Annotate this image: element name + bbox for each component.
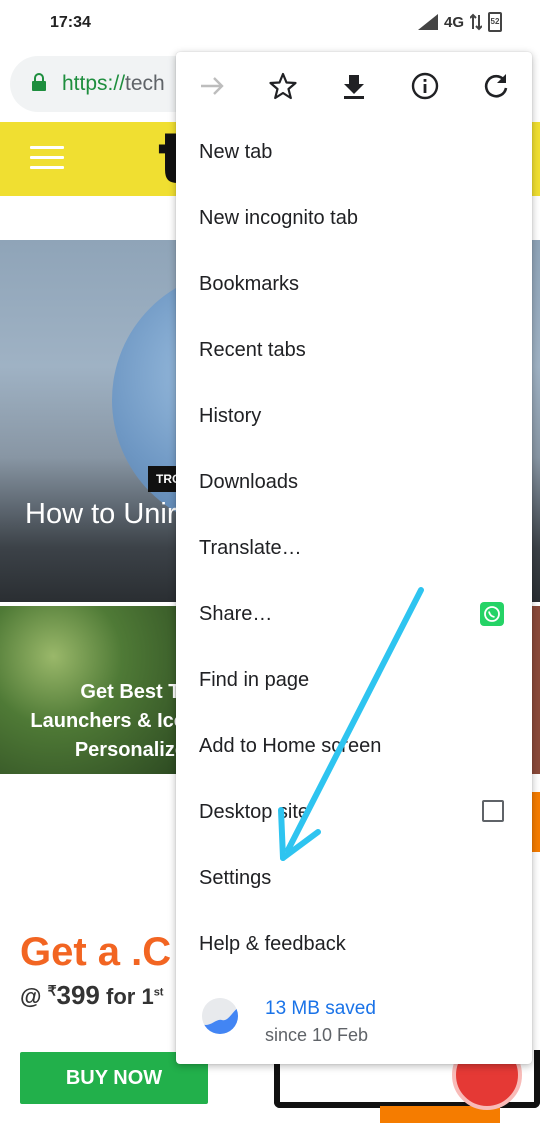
data-saver-summary[interactable]: 13 MB saved since 10 Feb [176,976,532,1056]
menu-item-recent-tabs[interactable]: Recent tabs [176,318,532,384]
price-suffix: for 1 [99,984,154,1009]
status-time: 17:34 [50,14,91,31]
url-host: tech [125,72,165,95]
menu-item-desktop-site[interactable]: Desktop site [176,780,532,846]
menu-item-downloads[interactable]: Downloads [176,450,532,516]
menu-toolbar [176,52,532,120]
article-card-title: Get Best Tl Launchers & Ico Personalize [0,678,178,765]
data-saved-since: since 10 Feb [265,1025,369,1045]
menu-item-label: Share… [199,603,273,625]
hamburger-menu-icon[interactable] [30,146,64,170]
data-saver-icon [202,998,238,1034]
battery-level: 52 [490,17,500,26]
whatsapp-icon[interactable] [480,602,504,626]
ad-price: @ ₹399 for 1st [20,980,163,1011]
menu-item-new-tab[interactable]: New tab [176,120,532,186]
title-line: Personalize [74,739,178,761]
status-icons: 4G 52 [417,12,502,32]
menu-item-share[interactable]: Share… [176,582,532,648]
forward-icon[interactable] [198,72,226,100]
url-text[interactable]: https://tech [62,72,165,96]
ad-headline: Get a .C [20,930,172,974]
data-saved-amount: 13 MB saved [265,998,376,1019]
menu-item-label: Downloads [199,471,298,493]
hero-title: How to Unir [25,498,177,530]
desktop-site-checkbox[interactable] [482,800,504,822]
menu-item-label: Translate… [199,537,302,559]
article-card[interactable]: Get Best Tl Launchers & Ico Personalize [0,606,178,774]
data-transfer-icon [470,13,482,31]
reload-icon[interactable] [482,72,510,100]
menu-item-label: Add to Home screen [199,735,382,757]
title-line: Launchers & Ico [30,710,178,732]
price-prefix: @ [20,984,48,1009]
menu-item-label: Help & feedback [199,933,346,955]
url-scheme: https:// [62,72,126,95]
download-icon[interactable] [340,72,368,100]
signal-icon [417,14,438,30]
network-type: 4G [443,13,464,31]
status-bar: 17:34 4G 52 [0,0,540,48]
menu-item-settings[interactable]: Settings [176,846,532,912]
menu-item-translate[interactable]: Translate… [176,516,532,582]
menu-item-label: New incognito tab [199,207,358,229]
menu-item-label: Find in page [199,669,310,691]
menu-item-bookmarks[interactable]: Bookmarks [176,252,532,318]
page-info-icon[interactable] [411,72,439,100]
battery-icon: 52 [488,12,502,32]
menu-item-label: New tab [199,141,273,163]
menu-item-label: Settings [199,867,272,889]
article-card-partial[interactable] [532,606,540,774]
menu-item-history[interactable]: History [176,384,532,450]
menu-item-label: History [199,405,262,427]
price-value: 399 [56,980,100,1010]
menu-item-new-incognito-tab[interactable]: New incognito tab [176,186,532,252]
menu-item-help-feedback[interactable]: Help & feedback [176,912,532,978]
bookmark-star-icon[interactable] [269,72,297,100]
menu-item-add-to-home-screen[interactable]: Add to Home screen [176,714,532,780]
price-sup: st [153,986,164,999]
overflow-menu: New tab New incognito tab Bookmarks Rece… [176,52,532,1064]
menu-item-label: Desktop site [199,801,310,823]
lock-icon [32,73,46,91]
currency-symbol: ₹ [47,982,57,999]
menu-item-label: Bookmarks [199,273,300,295]
menu-item-label: Recent tabs [199,339,306,361]
menu-item-find-in-page[interactable]: Find in page [176,648,532,714]
title-line: Get Best Tl [80,681,178,703]
